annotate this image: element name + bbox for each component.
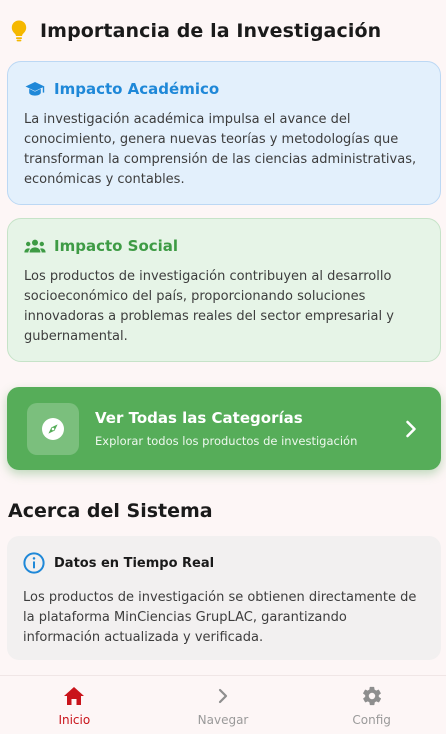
- gear-icon: [361, 685, 383, 707]
- importance-header: Importancia de la Investigación: [8, 19, 381, 43]
- nav-label-inicio: Inicio: [58, 713, 91, 727]
- bottom-navigation: Inicio Navegar Config: [0, 675, 446, 734]
- view-all-categories-button[interactable]: Ver Todas las Categorías Explorar todos …: [7, 387, 441, 470]
- lightbulb-icon: [8, 19, 30, 43]
- nav-item-config[interactable]: Config: [297, 676, 446, 734]
- realtime-data-text: Los productos de investigación se obtien…: [23, 590, 417, 645]
- chevron-right-icon: [212, 685, 234, 707]
- nav-item-inicio[interactable]: Inicio: [0, 676, 149, 734]
- social-impact-text: Los productos de investigación contribuy…: [24, 269, 394, 344]
- home-icon: [63, 685, 85, 707]
- realtime-data-title: Datos en Tiempo Real: [54, 555, 215, 571]
- social-impact-card: Impacto Social Los productos de investig…: [7, 218, 441, 362]
- realtime-data-card: Datos en Tiempo Real Los productos de in…: [7, 536, 441, 660]
- academic-impact-card: Impacto Académico La investigación acadé…: [7, 61, 441, 205]
- info-icon: [23, 552, 45, 574]
- nav-label-navegar: Navegar: [197, 713, 249, 727]
- compass-icon-box: [27, 402, 79, 455]
- people-icon: [24, 237, 46, 255]
- graduation-cap-icon: [24, 80, 46, 98]
- nav-item-navegar[interactable]: Navegar: [149, 676, 298, 734]
- chevron-right-icon: [401, 419, 421, 439]
- academic-impact-text: La investigación académica impulsa el av…: [24, 112, 417, 187]
- nav-label-config: Config: [352, 713, 391, 727]
- importance-title: Importancia de la Investigación: [40, 20, 382, 42]
- cta-subtitle: Explorar todos los productos de investig…: [95, 434, 358, 448]
- academic-impact-title: Impacto Académico: [54, 80, 220, 98]
- compass-icon: [42, 417, 64, 440]
- cta-title: Ver Todas las Categorías: [95, 409, 303, 427]
- social-impact-title: Impacto Social: [54, 237, 179, 255]
- about-title: Acerca del Sistema: [8, 500, 213, 522]
